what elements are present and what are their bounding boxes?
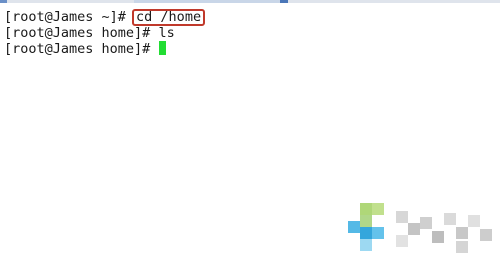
watermark-tile [408,223,420,235]
top-edge-segment [134,0,284,3]
watermark-tile [456,227,468,239]
watermark-tile [456,241,468,253]
terminal-line: [root@James ~]# cd /home [4,9,496,26]
shell-prompt: [root@James home]# [4,25,159,41]
terminal-line: [root@James home]# ls [4,25,496,41]
watermark-tile [396,211,408,223]
watermark-tile [396,235,408,247]
command-text: ls [158,25,175,41]
watermark-tile [360,215,372,227]
watermark-tile [468,215,480,227]
top-edge-segment [0,0,7,3]
watermark-tile [480,229,492,241]
watermark-tile [420,217,432,229]
top-edge-segment [280,0,288,3]
terminal-line: [root@James home]# [4,41,496,57]
watermark-tile [360,239,372,251]
watermark-tile [360,227,372,239]
text-cursor[interactable] [159,41,167,55]
watermark-tile [444,213,456,225]
shell-prompt: [root@James home]# [4,41,159,57]
shell-prompt: [root@James ~]# [4,9,135,25]
highlighted-command: cd /home [132,9,206,26]
watermark-tile [432,231,444,243]
window-top-edge [0,0,500,3]
watermark-tile [372,203,384,215]
terminal-output[interactable]: [root@James ~]# cd /home [root@James hom… [4,9,496,57]
watermark-tile [372,227,384,239]
terminal-window: [root@James ~]# cd /home [root@James hom… [0,0,500,260]
watermark-tile [360,203,372,215]
watermark-tile [348,221,360,233]
blurred-watermark-logo-icon [346,203,500,260]
